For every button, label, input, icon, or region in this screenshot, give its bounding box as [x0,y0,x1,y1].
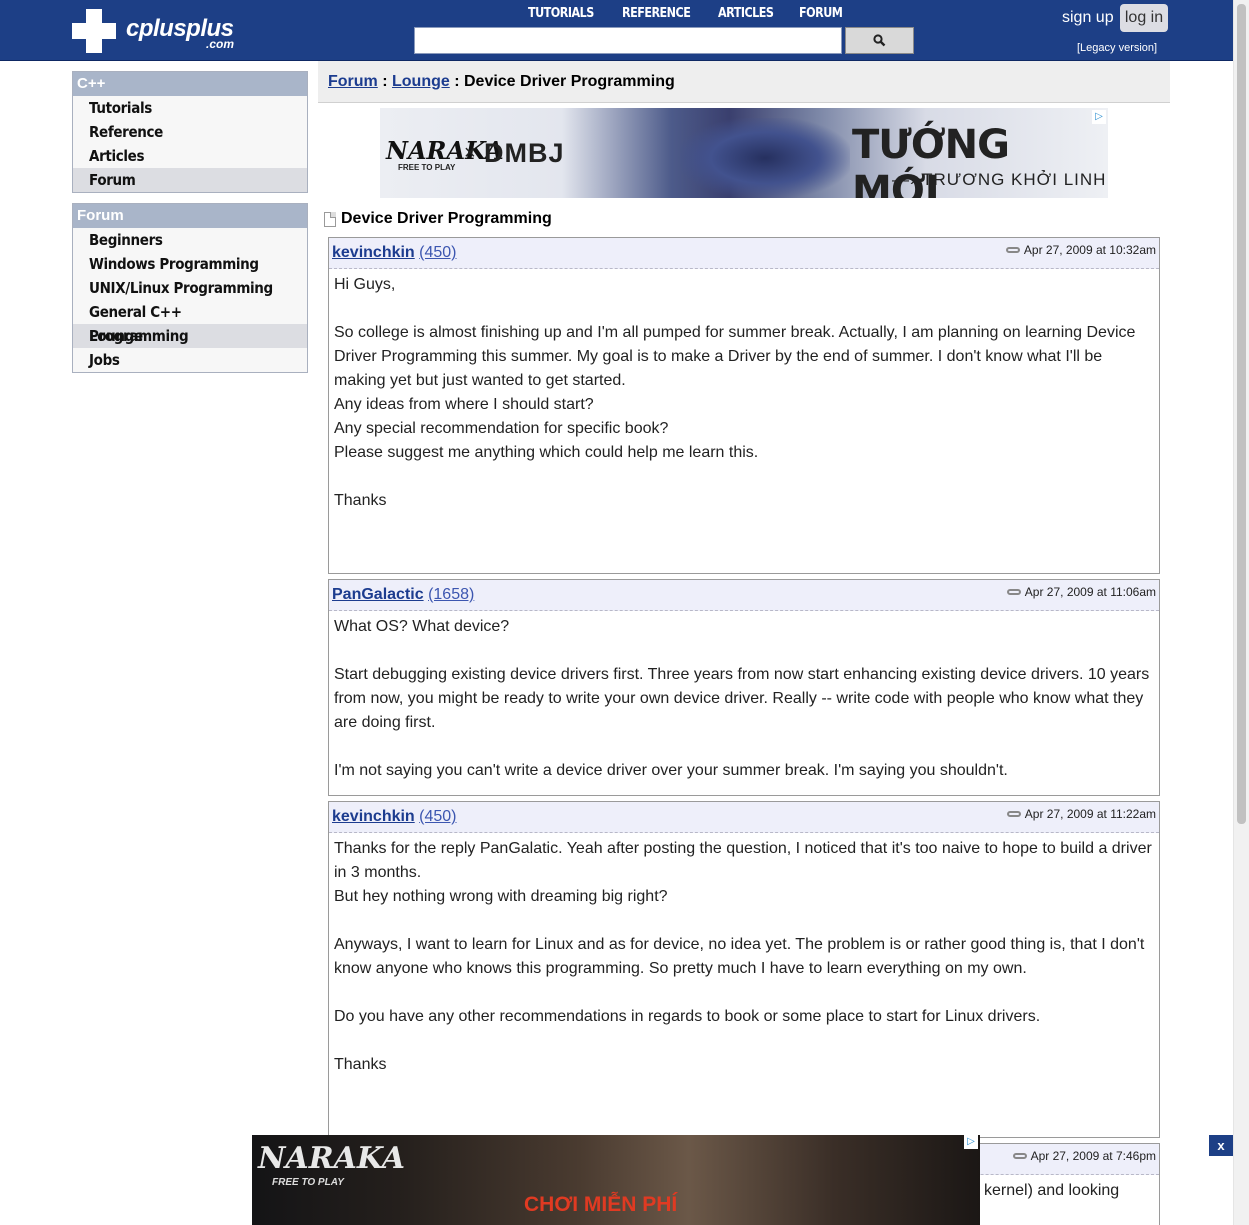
site-logo[interactable]: cplusplus .com [72,9,252,53]
ad-x: × [464,142,476,164]
forum-post: kevinchkin (450) Apr 27, 2009 at 10:32am… [328,237,1160,574]
sidebar-forum-title: Forum [73,204,307,228]
breadcrumb-current: Device Driver Programming [463,73,675,90]
ad-cta: CHƠI MIỄN PHÍ [524,1193,678,1216]
ad-brand: NARAKA [258,1141,406,1176]
sidebar-item-forum[interactable]: Forum [73,168,307,192]
ad-hero-image [680,118,850,198]
permalink-icon[interactable] [1006,589,1021,595]
sidebar-item-reference[interactable]: Reference [73,120,307,144]
site-header: cplusplus .com TUTORIALS REFERENCE ARTIC… [0,0,1233,61]
adchoices-icon[interactable]: ▷ [964,1135,978,1149]
sidebar-item-jobs[interactable]: Jobs [73,348,307,372]
banner-ad-bottom[interactable]: NARAKA FREE TO PLAY CHƠI MIỄN PHÍ ▷ [252,1135,980,1225]
ad-brand-sub: FREE TO PLAY [398,163,456,172]
author-post-count[interactable]: (1658) [428,586,474,603]
sidebar-forum: Forum Beginners Windows Programming UNIX… [72,203,308,373]
sidebar-item-articles[interactable]: Articles [73,144,307,168]
post-date: Apr 27, 2009 at 10:32am [1005,243,1156,257]
permalink-icon[interactable] [1005,247,1020,253]
sidebar-item-general-cpp-programming[interactable]: General C++ Programming [73,300,307,345]
thread-title-text: Device Driver Programming [341,210,552,227]
post-body: Hi Guys, So college is almost finishing … [334,276,1136,509]
post-date: Apr 27, 2009 at 7:46pm [1012,1149,1156,1163]
forum-post: PanGalactic (1658) Apr 27, 2009 at 11:06… [328,579,1160,796]
close-ad-button[interactable]: x [1209,1135,1233,1156]
nav-reference[interactable]: REFERENCE [622,6,691,21]
nav-articles[interactable]: ARTICLES [718,6,774,21]
breadcrumb: Forum : Lounge : Device Driver Programmi… [318,61,1170,103]
document-icon [324,211,336,227]
breadcrumb-separator: : [449,73,464,90]
author-link[interactable]: kevinchkin [332,244,415,261]
legacy-version-link[interactable]: [Legacy version] [1077,42,1157,54]
sidebar-cpp: C++ Tutorials Reference Articles Forum [72,71,308,193]
scrollbar-thumb[interactable] [1237,4,1246,824]
search-input[interactable] [414,27,842,54]
post-body: Thanks for the reply PanGalatic. Yeah af… [334,840,1152,1073]
thread-title: Device Driver Programming [324,210,552,228]
nav-forum[interactable]: FORUM [799,6,843,21]
breadcrumb-separator: : [377,73,392,90]
post-date: Apr 27, 2009 at 11:06am [1006,585,1156,599]
post-author: kevinchkin (450) [332,244,457,262]
post-date: Apr 27, 2009 at 11:22am [1006,807,1156,821]
logo-cross-icon [72,9,116,53]
ad-partner: DMBJ [484,138,565,168]
sidebar-item-unix-linux-programming[interactable]: UNIX/Linux Programming [73,276,307,300]
post-header: PanGalactic (1658) Apr 27, 2009 at 11:06… [329,580,1159,611]
breadcrumb-lounge-link[interactable]: Lounge [392,73,450,90]
adchoices-icon[interactable]: ▷ [1092,110,1106,124]
sidebar-item-beginners[interactable]: Beginners [73,228,307,252]
top-nav: TUTORIALS REFERENCE ARTICLES FORUM [528,6,850,21]
sidebar-item-tutorials[interactable]: Tutorials [73,96,307,120]
nav-tutorials[interactable]: TUTORIALS [528,6,594,21]
sidebar-item-windows-programming[interactable]: Windows Programming [73,252,307,276]
post-author: kevinchkin (450) [332,808,457,826]
breadcrumb-forum-link[interactable]: Forum [328,73,378,90]
permalink-icon[interactable] [1006,811,1021,817]
author-link[interactable]: kevinchkin [332,808,415,825]
author-post-count[interactable]: (450) [419,244,456,261]
post-header: kevinchkin (450) Apr 27, 2009 at 10:32am [329,238,1159,269]
search-icon [873,34,886,47]
post-author: PanGalactic (1658) [332,586,474,604]
sign-up-link[interactable]: sign up [1062,9,1114,27]
ad-subline: —› TRƯƠNG KHỞI LINH ‹— [892,170,1107,198]
forum-post: kevinchkin (450) Apr 27, 2009 at 11:22am… [328,801,1160,1138]
author-link[interactable]: PanGalactic [332,586,424,603]
post-body: What OS? What device? Start debugging ex… [334,618,1150,779]
permalink-icon[interactable] [1012,1153,1027,1159]
log-in-button[interactable]: log in [1120,4,1168,32]
banner-ad-top[interactable]: NARAKA FREE TO PLAY × DMBJ TƯỚNG MỚI —› … [380,108,1108,198]
author-post-count[interactable]: (450) [419,808,456,825]
logo-suffix: .com [206,37,235,51]
ad-brand-sub: FREE TO PLAY [272,1177,344,1188]
sidebar-cpp-title: C++ [73,72,307,96]
vertical-scrollbar[interactable] [1233,0,1249,1225]
search-button[interactable] [845,27,914,54]
post-header: kevinchkin (450) Apr 27, 2009 at 11:22am [329,802,1159,833]
